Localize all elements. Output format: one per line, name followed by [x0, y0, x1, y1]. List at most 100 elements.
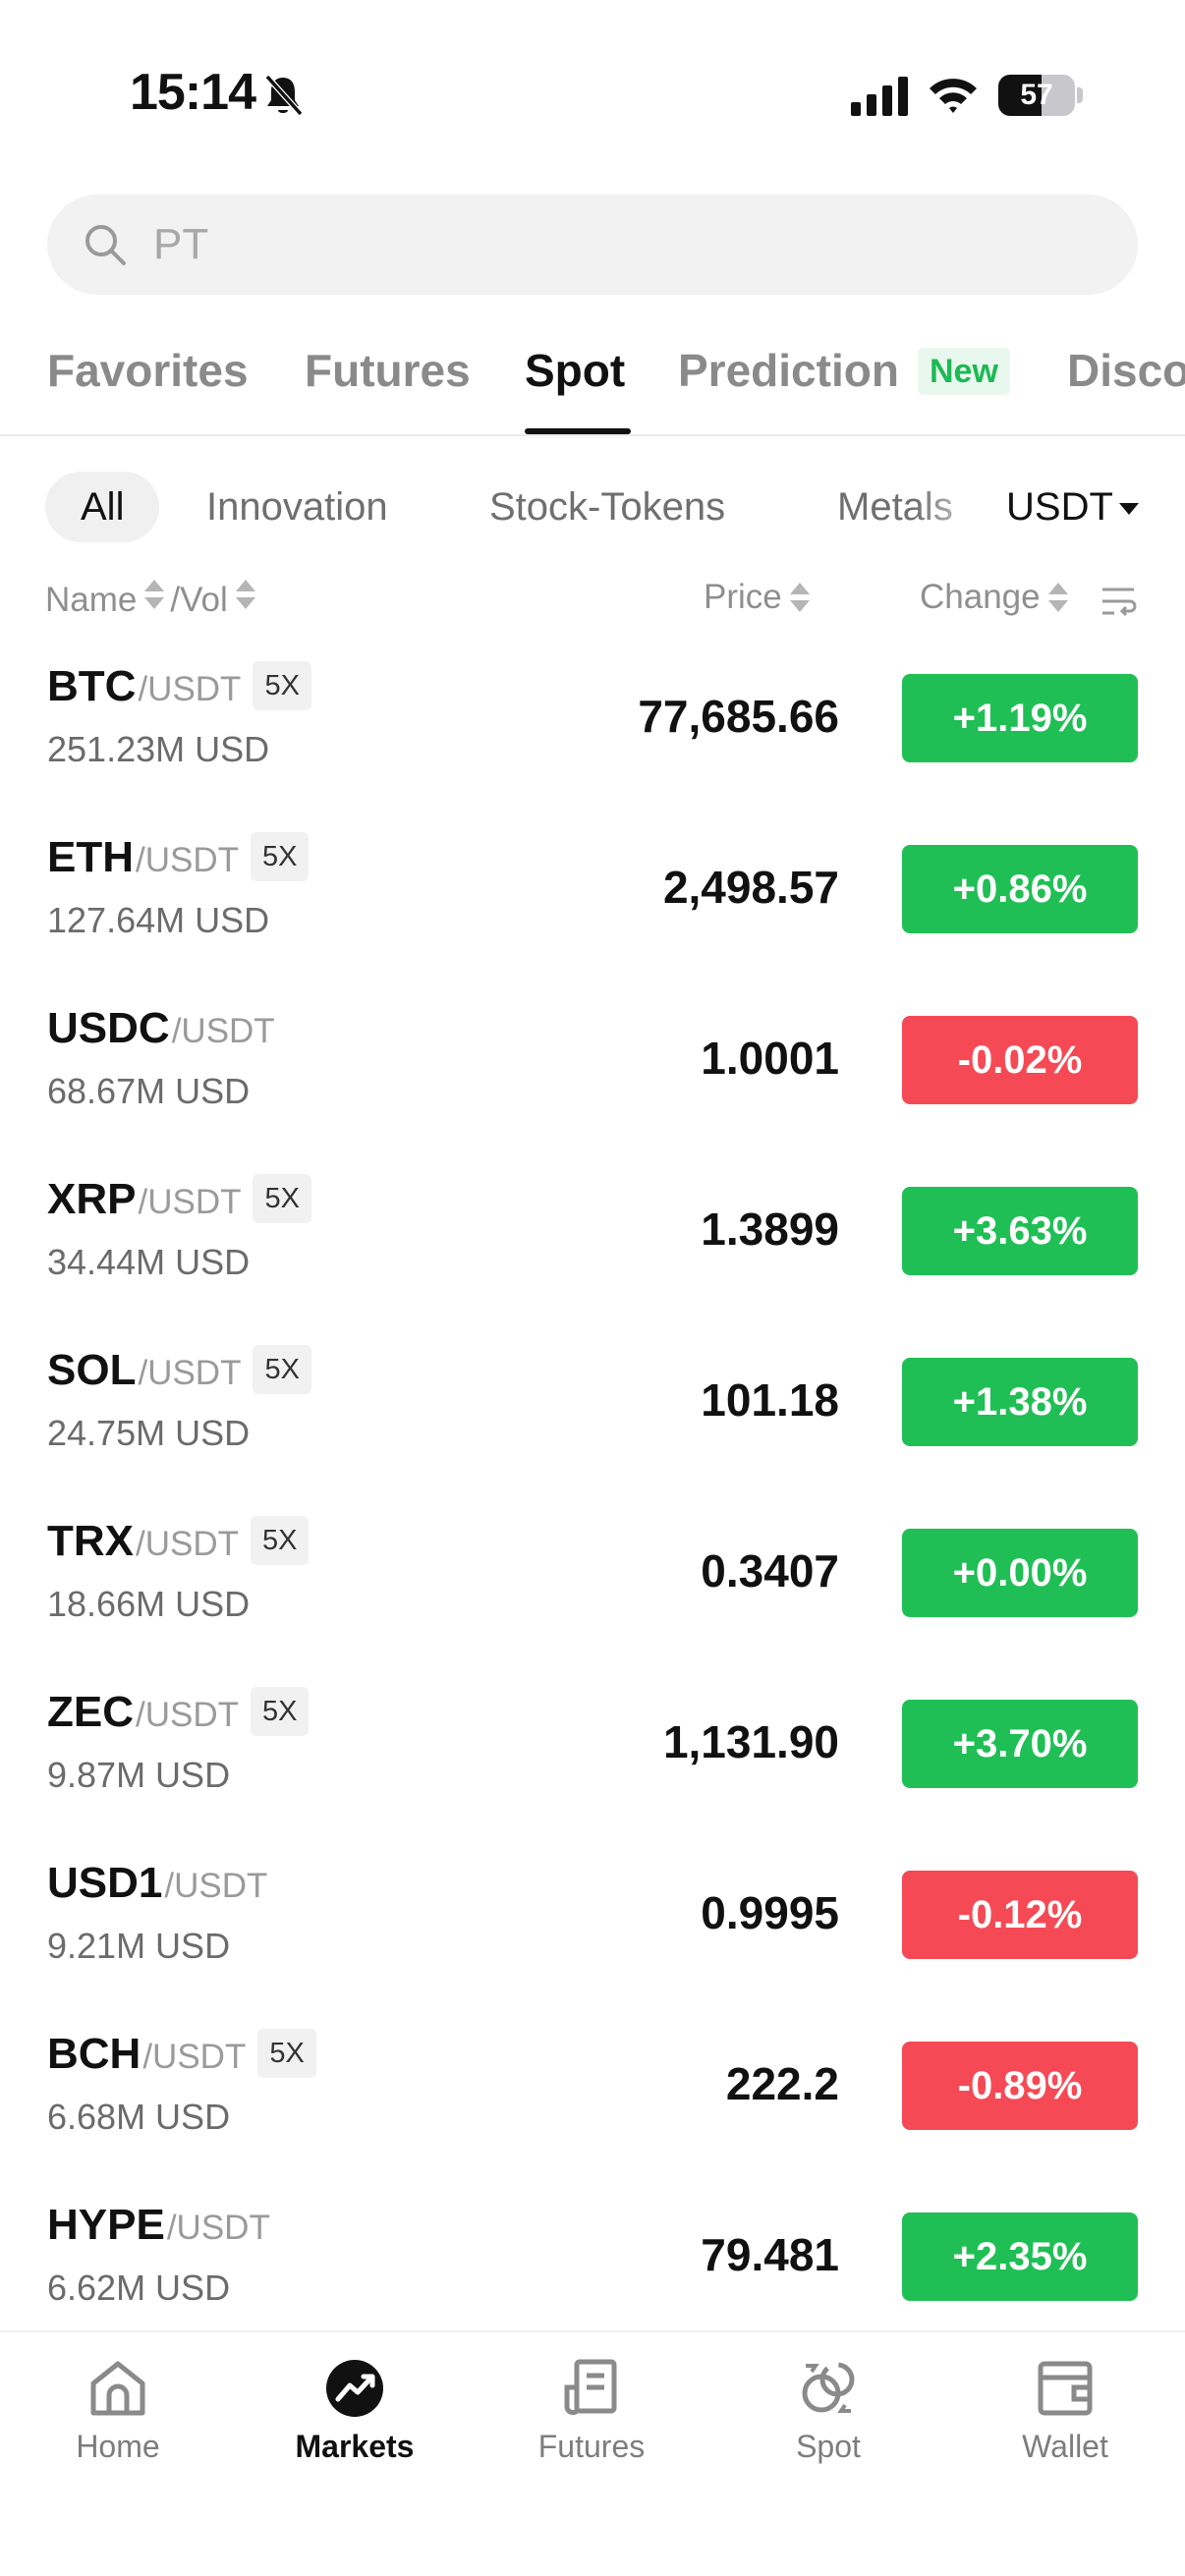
- active-tab-indicator: [525, 428, 631, 434]
- change-badge[interactable]: +3.70%: [902, 1700, 1138, 1788]
- pair-quote: /USDT: [136, 841, 239, 879]
- leverage-badge: 5X: [251, 832, 310, 881]
- status-bar: 15:14 57: [0, 0, 1185, 187]
- nav-home[interactable]: Home: [20, 2358, 216, 2465]
- pair-base: ZEC: [47, 1688, 134, 1736]
- volume: 6.62M USD: [47, 2268, 231, 2308]
- volume: 9.21M USD: [47, 1926, 231, 1966]
- market-row-eth[interactable]: ETH/USDT 5X 127.64M USD 2,498.57 +0.86%: [0, 804, 1185, 975]
- chip-all[interactable]: All: [45, 472, 160, 542]
- battery-indicator: 57: [998, 75, 1083, 116]
- change-badge[interactable]: +1.38%: [902, 1358, 1138, 1446]
- leverage-badge: 5X: [253, 1345, 311, 1394]
- market-row-xrp[interactable]: XRP/USDT 5X 34.44M USD 1.3899 +3.63%: [0, 1146, 1185, 1316]
- pair-base: TRX: [47, 1517, 134, 1565]
- change-badge[interactable]: +0.86%: [902, 845, 1138, 933]
- change-badge[interactable]: +2.35%: [902, 2212, 1138, 2301]
- spot-icon: [802, 2362, 855, 2413]
- leverage-badge: 5X: [253, 1174, 311, 1223]
- price: 79.481: [701, 2229, 839, 2280]
- change-badge[interactable]: +3.63%: [902, 1187, 1138, 1275]
- pair-base: USDC: [47, 1004, 170, 1052]
- battery-percent: 57: [1020, 79, 1053, 111]
- sort-icon: [789, 581, 810, 614]
- tab-futures[interactable]: Futures: [305, 344, 471, 397]
- pair-base: BCH: [47, 2030, 141, 2078]
- volume: 127.64M USD: [47, 900, 270, 940]
- leverage-badge: 5X: [251, 1687, 310, 1736]
- pair-quote: /USDT: [136, 1525, 239, 1563]
- search-bar[interactable]: [47, 195, 1138, 295]
- pair-quote: /USDT: [138, 1183, 242, 1221]
- chip-stock-tokens[interactable]: Stock-Tokens: [489, 472, 725, 542]
- tab-prediction[interactable]: Prediction: [678, 344, 899, 397]
- status-time: 15:14: [130, 64, 256, 121]
- volume: 34.44M USD: [47, 1242, 251, 1282]
- price: 0.3407: [701, 1545, 839, 1596]
- change-badge[interactable]: +1.19%: [902, 674, 1138, 762]
- market-row-usd1[interactable]: USD1/USDT 9.21M USD 0.9995 -0.12%: [0, 1829, 1185, 2000]
- volume: 18.66M USD: [47, 1584, 251, 1624]
- tab-favorites[interactable]: Favorites: [47, 344, 249, 397]
- nav-markets[interactable]: Markets: [256, 2358, 453, 2465]
- pair-base: USD1: [47, 1859, 163, 1907]
- search-icon: [85, 225, 126, 265]
- pair-base: XRP: [47, 1175, 137, 1223]
- market-row-btc[interactable]: BTC/USDT 5X 251.23M USD 77,685.66 +1.19%: [0, 633, 1185, 804]
- sort-volume[interactable]: /Vol: [170, 578, 255, 620]
- market-row-trx[interactable]: TRX/USDT 5X 18.66M USD 0.3407 +0.00%: [0, 1487, 1185, 1658]
- volume: 9.87M USD: [47, 1755, 231, 1795]
- column-header: Name /Vol Price Change: [0, 570, 1185, 629]
- price: 101.18: [701, 1374, 839, 1426]
- leverage-badge: 5X: [253, 661, 311, 710]
- market-row-hype[interactable]: HYPE/USDT 6.62M USD 79.481 +2.35%: [0, 2171, 1185, 2342]
- home-icon: [90, 2361, 145, 2416]
- search-input[interactable]: [153, 212, 1097, 277]
- pair-quote: /USDT: [138, 1354, 242, 1392]
- sort-name[interactable]: Name: [45, 578, 165, 620]
- market-list: BTC/USDT 5X 251.23M USD 77,685.66 +1.19% …: [0, 633, 1185, 2342]
- leverage-badge: 5X: [251, 1516, 310, 1565]
- wallet-icon: [1038, 2361, 1093, 2416]
- sort-price[interactable]: Price: [704, 578, 810, 617]
- change-badge[interactable]: -0.12%: [902, 1871, 1138, 1959]
- pair-quote: /USDT: [138, 670, 242, 708]
- tab-spot[interactable]: Spot: [525, 344, 625, 397]
- price: 77,685.66: [638, 691, 839, 742]
- price: 222.2: [725, 2058, 839, 2109]
- market-row-sol[interactable]: SOL/USDT 5X 24.75M USD 101.18 +1.38%: [0, 1316, 1185, 1487]
- market-tabs: Favorites Futures Spot Prediction New Di…: [0, 334, 1185, 436]
- pair-quote: /USDT: [136, 1696, 239, 1734]
- nav-spot[interactable]: Spot: [730, 2358, 927, 2465]
- market-row-bch[interactable]: BCH/USDT 5X 6.68M USD 222.2 -0.89%: [0, 2000, 1185, 2171]
- change-badge[interactable]: +0.00%: [902, 1529, 1138, 1617]
- caret-down-icon: [1118, 503, 1139, 516]
- quote-currency-dropdown[interactable]: USDT: [1002, 472, 1139, 542]
- change-badge[interactable]: -0.89%: [902, 2042, 1138, 2130]
- futures-icon: [564, 2359, 617, 2416]
- tab-discover[interactable]: Discover: [1067, 344, 1185, 397]
- volume: 251.23M USD: [47, 729, 270, 769]
- column-settings-icon[interactable]: [1099, 584, 1138, 619]
- nav-futures[interactable]: Futures: [493, 2358, 690, 2465]
- market-row-usdc[interactable]: USDC/USDT 68.67M USD 1.0001 -0.02%: [0, 975, 1185, 1146]
- market-row-zec[interactable]: ZEC/USDT 5X 9.87M USD 1,131.90 +3.70%: [0, 1658, 1185, 1829]
- price: 1.0001: [701, 1033, 839, 1084]
- pair-quote: /USDT: [164, 1867, 268, 1905]
- bottom-navigation: Home Markets Futures Spot Wallet: [0, 2330, 1185, 2576]
- volume: 68.67M USD: [47, 1071, 251, 1111]
- chip-innovation[interactable]: Innovation: [206, 472, 388, 542]
- change-badge[interactable]: -0.02%: [902, 1016, 1138, 1104]
- nav-wallet[interactable]: Wallet: [967, 2358, 1163, 2465]
- volume: 6.68M USD: [47, 2097, 231, 2137]
- sort-change[interactable]: Change: [920, 578, 1068, 617]
- volume: 24.75M USD: [47, 1413, 251, 1453]
- sort-icon: [235, 578, 255, 611]
- price: 1.3899: [701, 1204, 839, 1255]
- wifi-icon: [930, 79, 977, 113]
- new-badge: New: [918, 348, 1010, 395]
- sort-icon: [1047, 581, 1068, 614]
- pair-quote: /USDT: [142, 2038, 247, 2076]
- leverage-badge: 5X: [257, 2029, 316, 2078]
- category-filter: All Innovation Stock-Tokens Metals USDT: [0, 468, 1185, 546]
